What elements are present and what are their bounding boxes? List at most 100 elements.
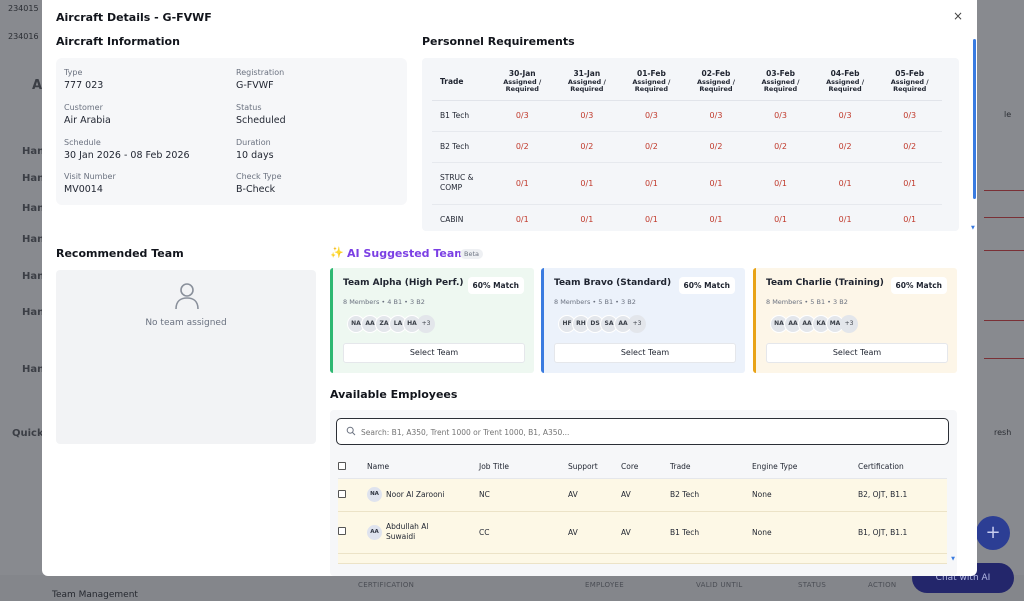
personnel-table: Trade 30-Jan Assigned / Required 31-Jan As… (432, 64, 942, 231)
requirement-cell: 0/2 (619, 131, 684, 163)
requirement-cell: 0/2 (683, 131, 749, 163)
trade-cell: CABIN (432, 204, 490, 231)
info-label: Visit Number (64, 172, 116, 181)
background-team-management[interactable]: Team Management (52, 590, 138, 600)
background-line (984, 217, 1024, 218)
info-label: Type (64, 68, 83, 77)
info-schedule: Schedule 30 Jan 2026 - 08 Feb 2026 (64, 138, 190, 161)
team-card-charlie[interactable]: Team Charlie (Training) 60% Match 8 Memb… (753, 268, 957, 373)
employee-row[interactable]: AAAbdullah Al Suwaidi CC AV AV B1 Tech N… (338, 511, 947, 554)
column-header: Engine Type (752, 456, 858, 479)
select-team-button[interactable]: Select Team (766, 343, 948, 363)
requirement-cell: 0/1 (490, 162, 555, 205)
info-value: 30 Jan 2026 - 08 Feb 2026 (64, 150, 190, 161)
empty-cell (338, 553, 367, 564)
add-fab-button[interactable]: + (976, 516, 1010, 550)
background-row: Han (22, 203, 45, 214)
background-col: CERTIFICATION (358, 581, 415, 589)
empty-cell (568, 553, 621, 564)
requirement-cell: 0/1 (812, 204, 878, 231)
date-subheader: Assigned / Required (761, 77, 800, 93)
background-col: EMPLOYEE (585, 581, 624, 589)
requirement-cell: 0/1 (554, 162, 620, 205)
person-icon (175, 283, 199, 310)
core-cell: AV (621, 511, 670, 554)
job-title-cell: CC (479, 511, 568, 554)
ai-suggested-title: AI Suggested Teams (347, 247, 473, 260)
certification-cell: B2, OJT, B1.1 (858, 478, 947, 512)
employee-name-cell: AAAbdullah Al Suwaidi (367, 511, 479, 554)
available-employees-panel: Name Job Title Support Core Trade Engine… (330, 410, 957, 576)
personnel-row-b2: B2 Tech 0/2 0/2 0/2 0/2 0/2 0/2 0/2 (432, 131, 942, 163)
employee-search-input[interactable] (361, 424, 921, 440)
background-col: STATUS (798, 581, 827, 589)
date-subheader: Assigned / Required (567, 77, 606, 93)
column-header: Support (568, 456, 621, 479)
info-label: Check Type (236, 172, 282, 181)
requirement-cell: 0/1 (748, 204, 813, 231)
requirement-cell: 0/3 (877, 100, 942, 132)
background-row: Han (22, 271, 45, 282)
close-button[interactable]: × (949, 7, 967, 25)
column-header: Job Title (479, 456, 568, 479)
column-header: Trade (670, 456, 752, 479)
date-header: 04-Feb Assigned / Required (812, 64, 878, 101)
avatar-more: +3 (417, 315, 435, 333)
column-header: Core (621, 456, 670, 479)
employee-row[interactable]: NA Noor Al Zarooni NC AV AV B2 Tech None … (338, 478, 947, 512)
requirement-cell: 0/1 (554, 204, 620, 231)
select-team-button[interactable]: Select Team (343, 343, 525, 363)
team-meta: 8 Members • 4 B1 • 3 B2 (343, 298, 425, 306)
requirement-cell: 0/3 (619, 100, 684, 132)
scroll-down-icon[interactable]: ▼ (971, 225, 975, 231)
requirement-cell: 0/3 (490, 100, 555, 132)
background-heading: A (32, 78, 43, 93)
background-text: resh (994, 428, 1012, 437)
background-row: Han (22, 364, 45, 375)
info-label: Schedule (64, 138, 101, 147)
date-header: 03-Feb Assigned / Required (748, 64, 813, 101)
date-subheader: Assigned / Required (826, 77, 865, 93)
select-all-cell (338, 456, 367, 479)
team-card-alpha[interactable]: Team Alpha (High Perf.) 60% Match 8 Memb… (330, 268, 534, 373)
employee-name-cell: NA Noor Al Zarooni (367, 478, 479, 512)
row-checkbox[interactable] (338, 489, 346, 498)
info-label: Duration (236, 138, 271, 147)
scroll-down-icon[interactable]: ▼ (951, 556, 955, 562)
avatar-more: +3 (628, 315, 646, 333)
select-team-button[interactable]: Select Team (554, 343, 736, 363)
employee-search-box[interactable] (336, 418, 949, 445)
personnel-requirements-panel: Trade 30-Jan Assigned / Required 31-Jan As… (422, 58, 959, 231)
background-id: 234015 (8, 4, 39, 13)
aircraft-info-card: Type 777 023 Registration G-FVWF Custome… (56, 58, 407, 205)
personnel-scrollbar[interactable]: ▼ (971, 37, 977, 231)
scrollbar-thumb[interactable] (973, 39, 976, 199)
background-left-panel: 234015 234016 A Han Han Han Han Han Han … (0, 0, 45, 601)
team-meta: 8 Members • 5 B1 • 3 B2 (554, 298, 636, 306)
background-row: Han (22, 307, 45, 318)
search-icon (346, 426, 356, 436)
requirement-cell: 0/2 (748, 131, 813, 163)
certification-cell: B1, OJT, B1.1 (858, 511, 947, 554)
trade-header: Trade (432, 64, 490, 101)
info-label: Registration (236, 68, 285, 77)
background-section: Quick (12, 428, 44, 439)
info-value: MV0014 (64, 184, 103, 195)
info-status: Status Scheduled (236, 103, 286, 126)
core-cell: AV (621, 478, 670, 512)
info-value: Air Arabia (64, 115, 111, 126)
background-line (984, 190, 1024, 191)
info-value: 777 023 (64, 80, 104, 91)
row-checkbox[interactable] (338, 527, 346, 535)
column-header: Certification (858, 456, 947, 479)
info-customer: Customer Air Arabia (64, 103, 111, 126)
employee-name: Noor Al Zarooni (386, 489, 445, 499)
select-all-checkbox[interactable] (338, 461, 346, 470)
engine-type-cell: None (752, 478, 858, 512)
team-card-bravo[interactable]: Team Bravo (Standard) 60% Match 8 Member… (541, 268, 745, 373)
requirement-cell: 0/2 (877, 131, 942, 163)
info-duration: Duration 10 days (236, 138, 274, 161)
background-row: Han (22, 234, 45, 245)
info-value: B-Check (236, 184, 276, 195)
employees-header-row: Name Job Title Support Core Trade Engine… (338, 456, 947, 479)
